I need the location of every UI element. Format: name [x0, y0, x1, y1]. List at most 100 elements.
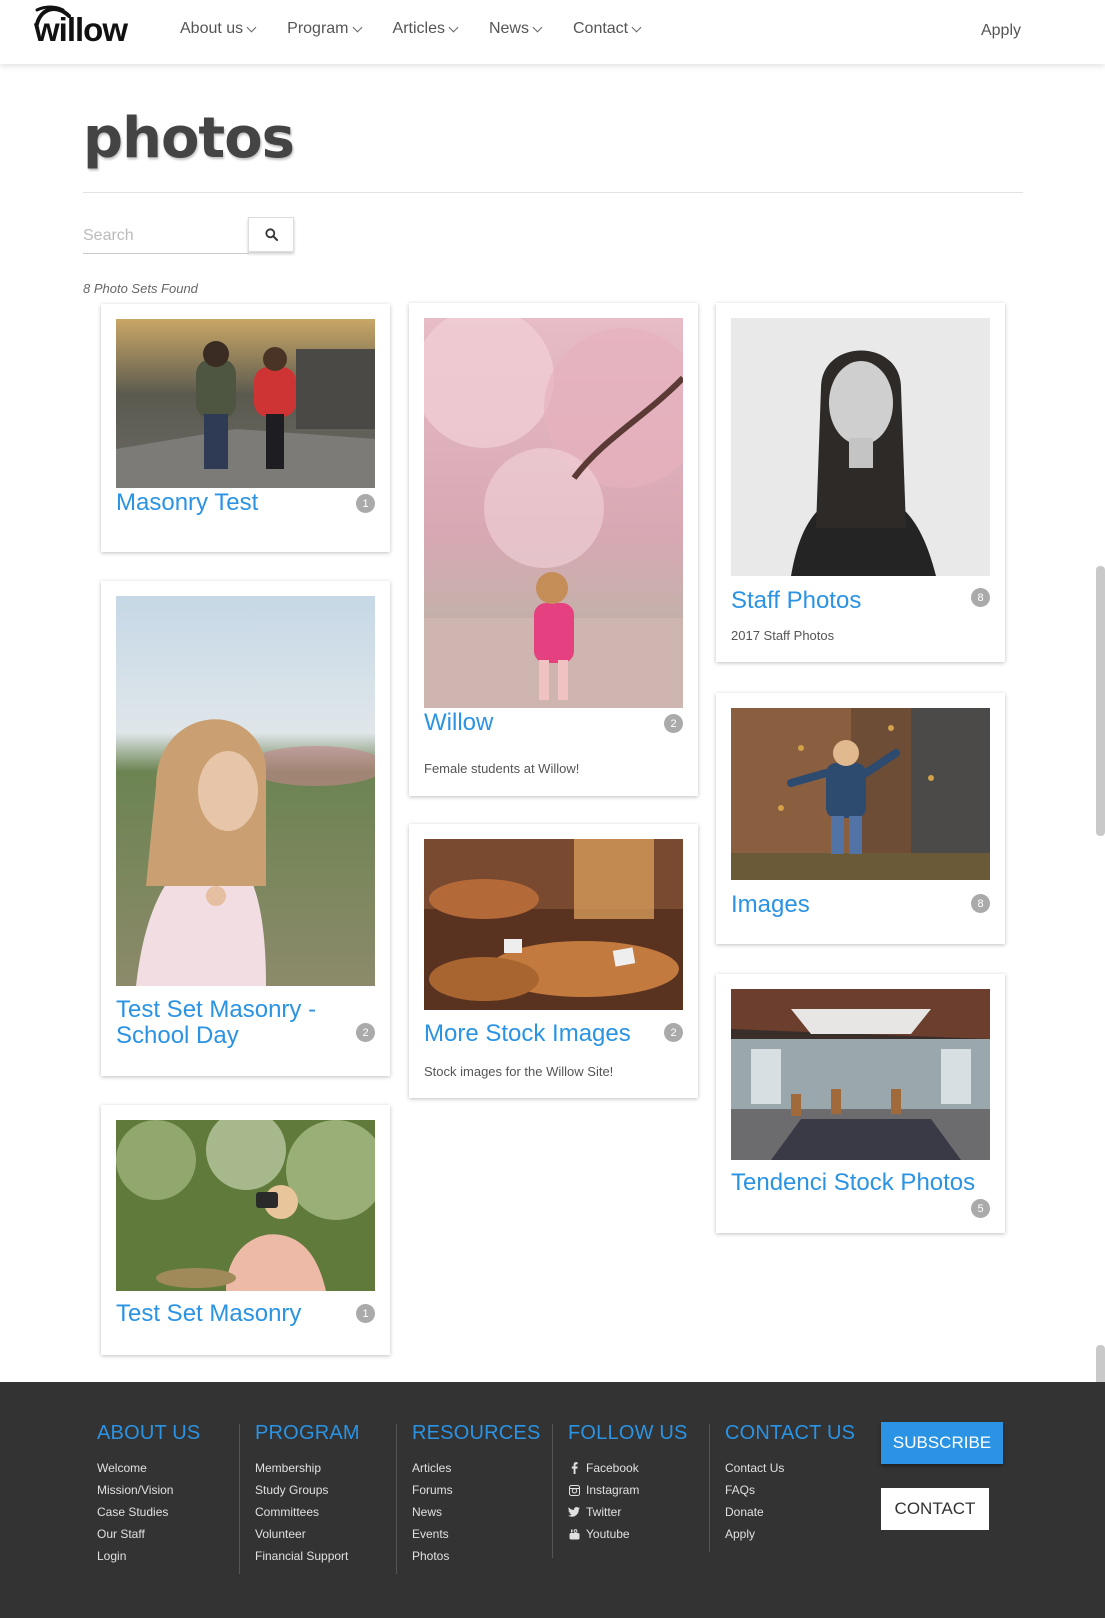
footer-link[interactable]: Volunteer	[255, 1523, 360, 1545]
photo-set-title[interactable]: More Stock Images	[424, 1021, 664, 1047]
scrollbar-thumb[interactable]	[1096, 566, 1105, 836]
photo-set-description: Stock images for the Willow Site!	[424, 1064, 614, 1079]
photo-set-card[interactable]: Tendenci Stock Photos 5	[716, 974, 1005, 1233]
footer-link[interactable]: Forums	[412, 1479, 541, 1501]
footer-link-twitter[interactable]: Twitter	[568, 1501, 688, 1523]
footer-divider	[552, 1424, 553, 1558]
photo-set-card[interactable]: Willow 2 Female students at Willow!	[409, 303, 698, 796]
footer-link[interactable]: Committees	[255, 1501, 360, 1523]
nav-program[interactable]: Program	[287, 20, 362, 38]
photo-count-badge: 8	[971, 588, 990, 607]
footer-link[interactable]: Events	[412, 1523, 541, 1545]
footer-column-contact: CONTACT US Contact Us FAQs Donate Apply	[725, 1422, 855, 1545]
photo-set-image[interactable]	[424, 839, 683, 1010]
footer-link[interactable]: News	[412, 1501, 541, 1523]
nav-label: Articles	[392, 20, 445, 37]
contact-button[interactable]: CONTACT	[881, 1488, 989, 1530]
photo-set-title[interactable]: Test Set Masonry - School Day	[116, 997, 341, 1049]
footer-heading: ABOUT US	[97, 1422, 201, 1444]
chevron-down-icon	[352, 22, 362, 32]
nav-contact[interactable]: Contact	[573, 20, 642, 38]
footer-link[interactable]: Financial Support	[255, 1545, 360, 1567]
nav-label: News	[488, 20, 529, 37]
photo-set-image[interactable]	[116, 1120, 375, 1291]
footer-divider	[239, 1424, 240, 1574]
photo-set-title[interactable]: Tendenci Stock Photos	[731, 1170, 990, 1196]
photo-set-image[interactable]	[731, 708, 990, 880]
footer-link[interactable]: Membership	[255, 1457, 360, 1479]
footer-link[interactable]: Donate	[725, 1501, 855, 1523]
main-nav: About us Program Articles News Contact	[180, 20, 672, 38]
photo-count-badge: 2	[664, 1023, 683, 1042]
subscribe-button[interactable]: SUBSCRIBE	[881, 1422, 1003, 1464]
footer-link[interactable]: Photos	[412, 1545, 541, 1567]
footer-link[interactable]: FAQs	[725, 1479, 855, 1501]
nav-about-us[interactable]: About us	[180, 20, 257, 38]
search-input[interactable]	[83, 218, 249, 254]
photo-count-badge: 1	[356, 494, 375, 513]
footer-link-label: Youtube	[586, 1527, 630, 1541]
nav-news[interactable]: News	[488, 20, 543, 38]
photo-set-card[interactable]: Images 8	[716, 693, 1005, 944]
photo-set-title[interactable]: Willow	[424, 710, 644, 736]
footer-link[interactable]: Apply	[725, 1523, 855, 1545]
footer-column-program: PROGRAM Membership Study Groups Committe…	[255, 1422, 360, 1567]
footer-link-label: Twitter	[586, 1505, 622, 1519]
instagram-icon	[568, 1484, 580, 1496]
twitter-icon	[568, 1507, 580, 1517]
footer-link-youtube[interactable]: Youtube	[568, 1523, 688, 1545]
photo-set-image[interactable]	[116, 319, 375, 488]
site-footer: ABOUT US Welcome Mission/Vision Case Stu…	[0, 1382, 1105, 1618]
search-form	[83, 217, 294, 254]
photo-set-card[interactable]: Test Set Masonry - School Day 2	[101, 581, 390, 1076]
nav-articles[interactable]: Articles	[392, 20, 459, 38]
photo-set-image[interactable]	[116, 596, 375, 986]
photo-set-title[interactable]: Masonry Test	[116, 490, 336, 516]
footer-link[interactable]: Case Studies	[97, 1501, 200, 1523]
chevron-down-icon	[631, 22, 642, 32]
photo-set-card[interactable]: Staff Photos 8 2017 Staff Photos	[716, 303, 1005, 662]
site-logo[interactable]: willow	[34, 4, 136, 46]
photo-set-title[interactable]: Images	[731, 892, 951, 918]
apply-link[interactable]: Apply	[981, 22, 1021, 40]
site-header: willow About us Program Articles News Co…	[0, 0, 1105, 64]
footer-link[interactable]: Articles	[412, 1457, 541, 1479]
photo-count-badge: 2	[664, 714, 683, 733]
youtube-icon	[568, 1528, 580, 1540]
divider	[83, 192, 1023, 193]
chevron-down-icon	[448, 22, 459, 32]
photo-set-image[interactable]	[731, 989, 990, 1160]
footer-link-instagram[interactable]: Instagram	[568, 1479, 688, 1501]
photo-set-title[interactable]: Staff Photos	[731, 588, 951, 614]
footer-column-about: ABOUT US Welcome Mission/Vision Case Stu…	[97, 1422, 200, 1567]
photo-set-card[interactable]: Masonry Test 1	[101, 304, 390, 552]
search-button[interactable]	[248, 217, 294, 252]
footer-link[interactable]: Our Staff	[97, 1523, 200, 1545]
photo-set-description: Female students at Willow!	[424, 761, 580, 776]
footer-column-follow: FOLLOW US Facebook Instagram Twitter You…	[568, 1422, 688, 1545]
footer-link[interactable]: Login	[97, 1545, 200, 1567]
photo-count-badge: 1	[356, 1304, 375, 1323]
footer-link[interactable]: Mission/Vision	[97, 1479, 200, 1501]
photo-set-image[interactable]	[731, 318, 990, 576]
footer-heading: FOLLOW US	[568, 1422, 688, 1444]
photo-set-image[interactable]	[424, 318, 683, 708]
photo-set-description: 2017 Staff Photos	[731, 628, 835, 643]
chevron-down-icon	[532, 22, 543, 32]
logo-text: willow	[34, 11, 128, 48]
photo-set-card[interactable]: More Stock Images 2 Stock images for the…	[409, 824, 698, 1098]
footer-divider	[396, 1424, 397, 1574]
nav-label: Program	[287, 20, 349, 37]
footer-link[interactable]: Welcome	[97, 1457, 200, 1479]
nav-label: About us	[180, 20, 244, 37]
photo-set-title[interactable]: Test Set Masonry	[116, 1301, 336, 1327]
footer-link[interactable]: Contact Us	[725, 1457, 855, 1479]
photo-count-badge: 8	[971, 894, 990, 913]
footer-heading: PROGRAM	[255, 1422, 360, 1444]
footer-link[interactable]: Study Groups	[255, 1479, 360, 1501]
photo-count-badge: 5	[971, 1199, 990, 1218]
photo-set-card[interactable]: Test Set Masonry 1	[101, 1105, 390, 1355]
page-title: photos	[83, 106, 295, 171]
footer-link-facebook[interactable]: Facebook	[568, 1457, 688, 1479]
footer-divider	[709, 1424, 710, 1552]
